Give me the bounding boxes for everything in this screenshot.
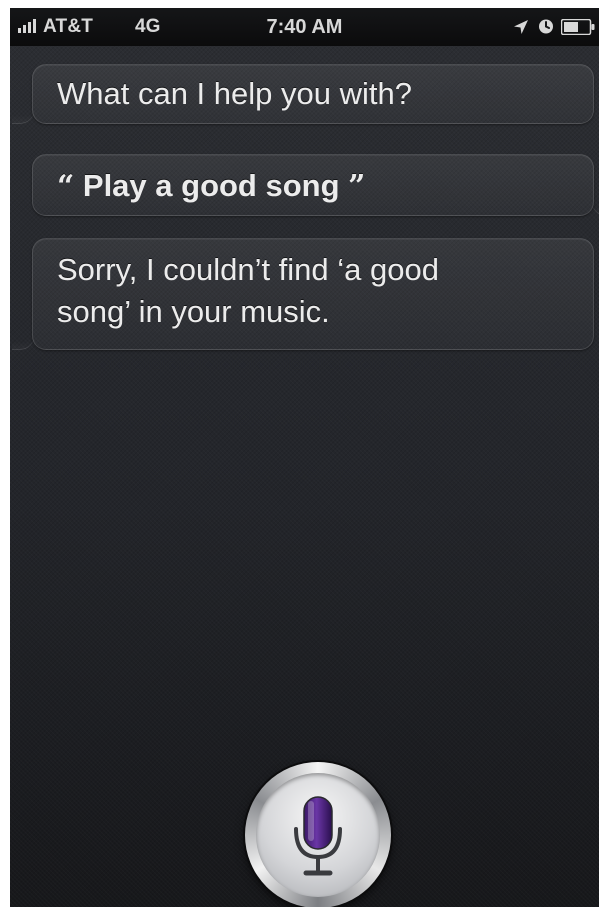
assistant-prompt-text: What can I help you with?	[57, 76, 412, 111]
assistant-prompt-bubble: What can I help you with?	[12, 64, 594, 124]
battery-icon	[561, 19, 595, 35]
assistant-response-bubble: Sorry, I couldn’t find ‘a good song’ in …	[12, 238, 594, 350]
alarm-clock-icon	[539, 19, 553, 34]
user-request-words: Play a good song	[82, 168, 340, 203]
microphone-button[interactable]	[245, 762, 391, 907]
microphone-button-face	[256, 773, 380, 897]
assistant-response-line-1: Sorry, I couldn’t find ‘a good	[57, 252, 439, 287]
open-quote-mark: “	[57, 169, 75, 204]
siri-screen: AT&T 4G 7:40 AM What can I help you with…	[10, 8, 599, 907]
user-request-bubble[interactable]: “ Play a good song ”	[32, 154, 599, 216]
microphone-icon	[294, 796, 342, 876]
user-request-text: “ Play a good song ”	[57, 165, 593, 208]
assistant-response-line-2: song’ in your music.	[57, 294, 330, 329]
status-bar: AT&T 4G 7:40 AM	[10, 8, 599, 46]
location-arrow-icon	[514, 20, 528, 34]
status-time: 7:40 AM	[266, 16, 343, 38]
close-quote-mark: ”	[348, 169, 366, 204]
